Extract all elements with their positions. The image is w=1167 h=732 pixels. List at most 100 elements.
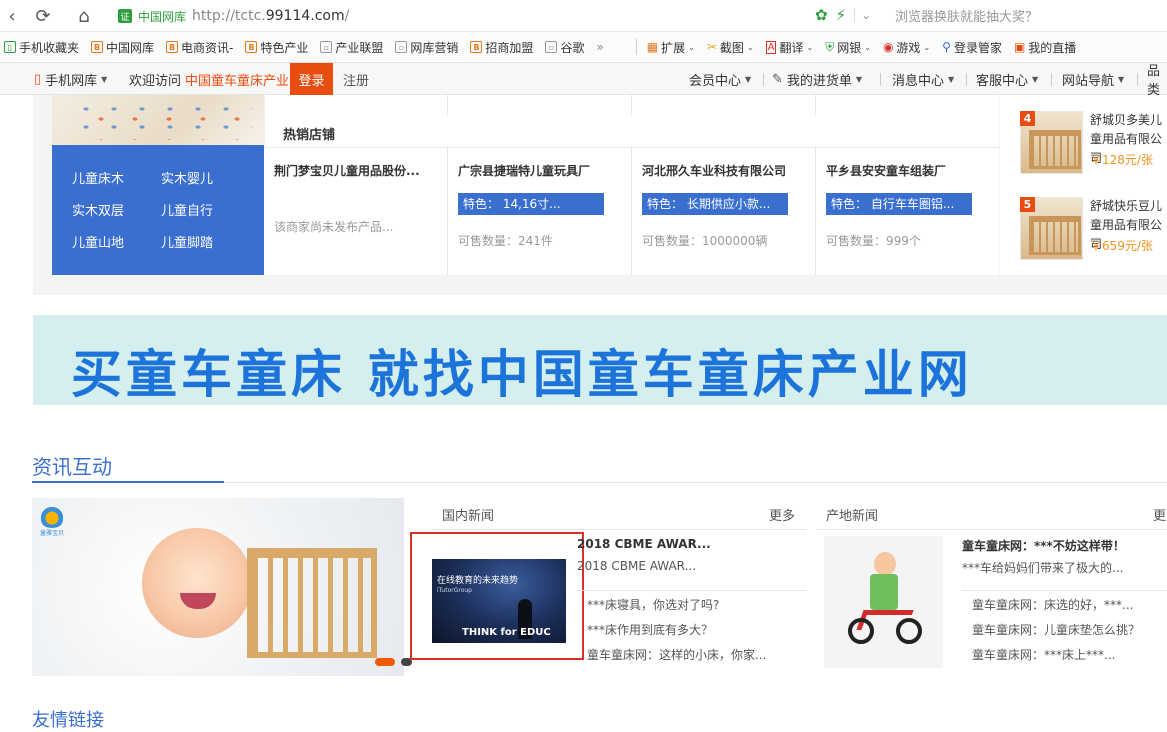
bookmark-industry[interactable]: B 特色产业 xyxy=(239,39,314,56)
shop-card[interactable]: 荆门梦宝贝儿童用品股份... 该商家尚未发布产品... xyxy=(264,147,448,275)
chevron-down-icon: ⌄ xyxy=(923,42,931,52)
baby-illustration xyxy=(142,528,252,638)
phone-icon: ▯ xyxy=(4,41,16,53)
shop-card[interactable]: 河北邢久车业科技有限公司 特色： 长期供应小款... 可售数量：1000000辆 xyxy=(631,147,815,275)
shop-count: 可售数量：999个 xyxy=(826,234,921,248)
back-icon[interactable]: ‹ xyxy=(0,4,24,28)
news-headline[interactable]: 2018 CBME AWAR... xyxy=(577,537,711,551)
shop-name[interactable]: 河北邢久车业科技有限公司 xyxy=(642,162,810,179)
local-news-more-link[interactable]: 更 xyxy=(1153,505,1166,524)
child-illustration xyxy=(874,552,896,576)
shop-feature[interactable]: 特色： 自行车车圈铝... xyxy=(826,193,972,215)
site-nav-menu[interactable]: 网站导航 ▼ xyxy=(1062,63,1124,95)
chevron-down-icon: ⌄ xyxy=(688,42,695,52)
tool-translate[interactable]: A 翻译 ⌄ xyxy=(760,39,820,56)
category-link[interactable]: 儿童山地 xyxy=(72,232,124,251)
slider-dot-active[interactable] xyxy=(375,658,395,666)
register-button[interactable]: 注册 xyxy=(335,63,377,95)
home-icon[interactable]: ⌂ xyxy=(72,4,96,28)
tool-screenshot[interactable]: ✂ 截图 ⌄ xyxy=(701,39,760,56)
gamepad-icon: ◉ xyxy=(882,40,894,54)
heading-underline xyxy=(32,481,224,483)
category-link[interactable]: 儿童自行 xyxy=(161,200,213,219)
news-headline[interactable]: 童车童床网：***不妨这样带！ xyxy=(962,537,1125,554)
welcome-site-link[interactable]: 中国童车童床产业网 xyxy=(185,70,302,89)
domestic-news-more-link[interactable]: 更多 xyxy=(769,505,795,524)
chevron-down-icon: ⌄ xyxy=(806,42,814,52)
category-link[interactable]: 实木双层 xyxy=(72,200,124,219)
divider xyxy=(1051,73,1052,86)
shop-card[interactable]: 平乡县安安童车组装厂 特色： 自行车车圈铝... 可售数量：999个 xyxy=(815,147,999,275)
news-slider-image[interactable]: 童雅宝贝 xyxy=(32,498,404,676)
news-link[interactable]: 童车童床网：***床上***... xyxy=(972,646,1115,663)
category-link[interactable]: 儿童脚踏 xyxy=(161,232,213,251)
ranking-item[interactable]: 4 舒城贝多美儿童用品有限公司 ￥128元/张 xyxy=(1020,111,1167,177)
tv-icon: ▣ xyxy=(1013,40,1026,54)
caret-down-icon: ▼ xyxy=(1118,74,1125,84)
bookmark-franchise[interactable]: B 招商加盟 xyxy=(464,39,539,56)
caret-down-icon: ▼ xyxy=(101,74,108,84)
tool-live[interactable]: ▣ 我的直播 xyxy=(1008,39,1082,56)
edit-icon: ✎ xyxy=(772,71,783,87)
category-link[interactable]: 儿童床木 xyxy=(72,168,124,187)
service-center-menu[interactable]: 客服中心 ▼ xyxy=(976,63,1038,95)
shop-feature[interactable]: 特色： 14,16寸... xyxy=(458,193,604,215)
category-menu[interactable]: 品类 xyxy=(1147,63,1167,98)
divider xyxy=(631,95,632,115)
news-link[interactable]: 童车童床网：床选的好，***... xyxy=(972,596,1133,613)
news-link[interactable]: ***床寝具，你选对了吗? xyxy=(587,596,719,613)
url-field[interactable]: 证 中国网库 http://tctc.99114.com/ xyxy=(118,6,349,26)
category-link[interactable]: 实木婴儿 xyxy=(161,168,213,187)
shop-name[interactable]: 广宗县捷瑞特儿童玩具厂 xyxy=(458,162,626,179)
phone-icon: ▯ xyxy=(34,71,42,87)
speed-icon[interactable]: ✿ xyxy=(815,6,828,24)
bookmark-mobile[interactable]: ▯ 手机收藏夹 xyxy=(0,39,85,56)
mobile-site-menu[interactable]: ▯ 手机网库 ▼ xyxy=(34,63,107,95)
divider xyxy=(635,39,637,55)
browser-promo[interactable]: 浏览器换肤就能抽大奖？ xyxy=(895,6,1038,25)
bookmark-ecommerce[interactable]: B 电商资讯- xyxy=(160,39,239,56)
news-link[interactable]: 童车童床网：儿童床垫怎么挑？ xyxy=(972,621,1140,638)
message-center-menu[interactable]: 消息中心 ▼ xyxy=(892,63,954,95)
ranking-item[interactable]: 5 舒城快乐豆儿童用品有限公司 ￥659元/张 xyxy=(1020,197,1167,263)
b-icon: B xyxy=(166,41,179,53)
bookmark-marketing[interactable]: ▫ 网库营销 xyxy=(389,39,464,56)
url-text[interactable]: http://tctc.99114.com/ xyxy=(192,8,349,24)
refresh-icon[interactable]: ⟳ xyxy=(31,4,55,28)
tool-extensions[interactable]: ▦ 扩展 ⌄ xyxy=(641,39,701,56)
product-image[interactable] xyxy=(52,95,264,145)
chevron-down-icon[interactable]: ⌄ xyxy=(854,8,871,22)
promo-banner[interactable]: 买童车童床 就找中国童车童床产业网 xyxy=(33,315,1167,405)
shop-name[interactable]: 平乡县安安童车组装厂 xyxy=(826,162,994,179)
news-link[interactable]: 童车童床网：这样的小床，你家... xyxy=(587,646,766,663)
local-news-image[interactable] xyxy=(824,536,943,668)
tool-login-manager[interactable]: ⚲ 登录管家 xyxy=(936,39,1008,56)
lightning-icon[interactable]: ⚡ xyxy=(836,6,847,24)
purchase-list-menu[interactable]: ✎ 我的进货单 ▼ xyxy=(772,63,862,95)
site-topbar: ▯手机网库▼ 欢迎访问中国童车童床产业网！ 登录 注册 会员中心▼ ✎我的进货单… xyxy=(0,63,1167,98)
scissors-icon: ✂ xyxy=(706,40,717,54)
doc-icon: ▫ xyxy=(395,41,408,53)
login-button[interactable]: 登录 xyxy=(290,63,333,95)
bookmark-chinaweb[interactable]: B 中国网库 xyxy=(85,39,160,56)
tool-banking[interactable]: ⛨ 网银 ⌄ xyxy=(819,39,877,56)
rank-badge: 4 xyxy=(1020,111,1035,126)
tool-games[interactable]: ◉ 游戏 ⌄ xyxy=(877,39,936,56)
shop-name[interactable]: 荆门梦宝贝儿童用品股份... xyxy=(274,162,442,179)
doc-icon: ▫ xyxy=(545,41,558,53)
caret-down-icon: ▼ xyxy=(745,74,752,84)
bookmarks-bar: ▯ 手机收藏夹 B 中国网库 B 电商资讯- B 特色产业 ▫ 产业联盟 ▫ 网库营销 B招… xyxy=(0,32,1167,63)
divider xyxy=(1137,73,1138,86)
divider xyxy=(432,529,806,530)
bookmarks-more-button[interactable]: » xyxy=(590,40,609,54)
shop-feature[interactable]: 特色： 长期供应小款... xyxy=(642,193,788,215)
bookmark-google[interactable]: ▫ 谷歌 xyxy=(539,39,590,56)
doc-icon: ▫ xyxy=(320,41,333,53)
bookmark-alliance[interactable]: ▫ 产业联盟 xyxy=(314,39,389,56)
crib-illustration xyxy=(247,548,377,658)
news-link[interactable]: ***床作用到底有多大？ xyxy=(587,621,713,638)
banner-text: 买童车童床 就找中国童车童床产业网 xyxy=(71,345,973,405)
member-center-menu[interactable]: 会员中心 ▼ xyxy=(689,63,751,95)
shop-card[interactable]: 广宗县捷瑞特儿童玩具厂 特色： 14,16寸... 可售数量：241件 xyxy=(447,147,631,275)
bike-wheel xyxy=(896,618,922,644)
